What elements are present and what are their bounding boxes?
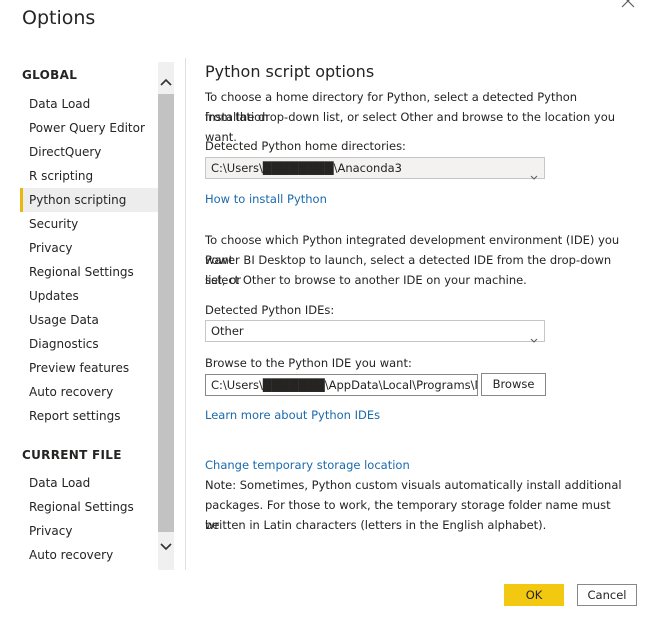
home-dir-value: C:\Users\████████\Anaconda3 [211, 161, 402, 175]
page-title: Python script options [205, 62, 375, 81]
sidebar-item-preview-features[interactable]: Preview features [20, 356, 158, 380]
sidebar-item-file-data-load[interactable]: Data Load [20, 471, 158, 495]
note-line-1: Note: Sometimes, Python custom visuals a… [205, 478, 622, 492]
chevron-down-icon [530, 166, 538, 186]
sidebar: GLOBAL Data Load Power Query Editor Dire… [0, 58, 158, 570]
install-python-link[interactable]: How to install Python [205, 192, 327, 206]
chevron-down-icon [530, 329, 538, 349]
ide-value: Other [211, 324, 244, 338]
browse-label: Browse to the Python IDE you want: [205, 356, 412, 370]
scroll-thumb[interactable] [158, 94, 174, 532]
sidebar-scrollbar[interactable] [158, 62, 174, 570]
current-file-heading: CURRENT FILE [22, 448, 122, 462]
storage-location-link[interactable]: Change temporary storage location [205, 458, 410, 472]
note-line-3: written in Latin characters (letters in … [205, 518, 547, 532]
sidebar-item-regional-settings[interactable]: Regional Settings [20, 260, 158, 284]
browse-button[interactable]: Browse [481, 373, 546, 396]
cancel-button[interactable]: Cancel [577, 584, 637, 606]
close-icon[interactable] [621, 0, 635, 8]
sidebar-item-privacy[interactable]: Privacy [20, 236, 158, 260]
sidebar-item-usage-data[interactable]: Usage Data [20, 308, 158, 332]
ok-button[interactable]: OK [504, 584, 564, 606]
ide-line-3: select Other to browse to another IDE on… [205, 273, 527, 287]
home-dir-select[interactable]: C:\Users\████████\Anaconda3 [205, 157, 545, 180]
sidebar-item-file-auto-recovery[interactable]: Auto recovery [20, 543, 158, 567]
ides-label: Detected Python IDEs: [205, 303, 335, 317]
divider [185, 58, 186, 570]
sidebar-item-updates[interactable]: Updates [20, 284, 158, 308]
sidebar-item-file-regional-settings[interactable]: Regional Settings [20, 495, 158, 519]
chevron-down-icon[interactable] [158, 539, 174, 555]
sidebar-item-diagnostics[interactable]: Diagnostics [20, 332, 158, 356]
ide-select[interactable]: Other [205, 320, 545, 343]
sidebar-item-python-scripting[interactable]: Python scripting [20, 188, 158, 212]
ide-path-input[interactable]: C:\Users\███████\AppData\Local\Programs\… [205, 374, 478, 396]
sidebar-item-directquery[interactable]: DirectQuery [20, 140, 158, 164]
sidebar-item-file-privacy[interactable]: Privacy [20, 519, 158, 543]
global-heading: GLOBAL [22, 68, 78, 82]
sidebar-item-auto-recovery[interactable]: Auto recovery [20, 380, 158, 404]
sidebar-item-report-settings[interactable]: Report settings [20, 404, 158, 428]
ide-info-link[interactable]: Learn more about Python IDEs [205, 408, 380, 422]
chevron-up-icon[interactable] [158, 74, 174, 90]
dialog-title: Options [22, 7, 96, 29]
sidebar-item-security[interactable]: Security [20, 212, 158, 236]
sidebar-item-data-load[interactable]: Data Load [20, 92, 158, 116]
sidebar-item-r-scripting[interactable]: R scripting [20, 164, 158, 188]
home-dirs-label: Detected Python home directories: [205, 139, 406, 153]
sidebar-item-power-query-editor[interactable]: Power Query Editor [20, 116, 158, 140]
